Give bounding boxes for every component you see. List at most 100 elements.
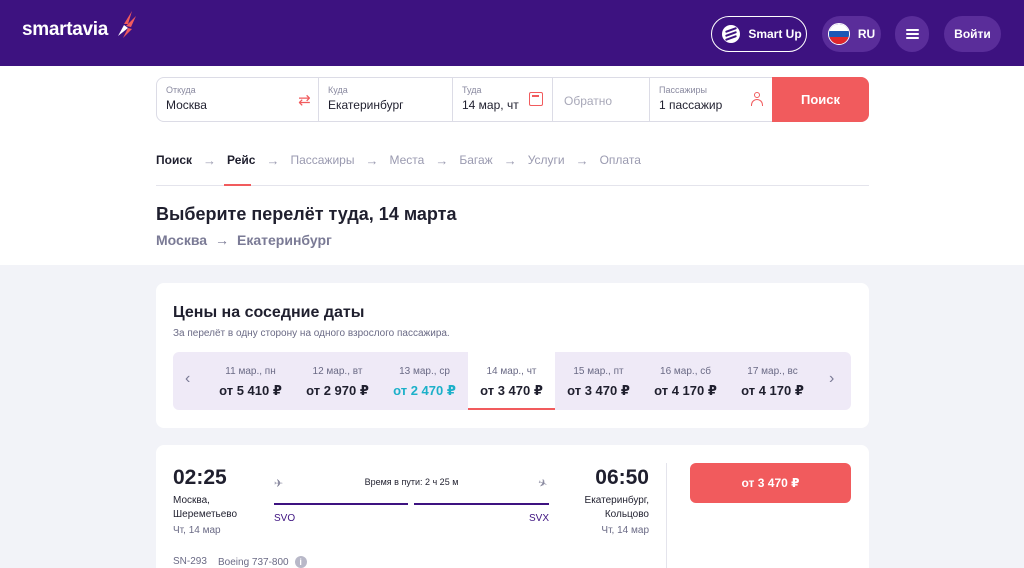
to-label: Куда [328,85,348,95]
active-step-indicator [224,184,251,186]
departure-airport: Шереметьево [173,509,238,520]
login-button[interactable]: Войти [944,16,1001,52]
chevron-right-icon[interactable]: › [829,370,834,388]
return-date-field[interactable]: Обратно [553,78,650,121]
date-price: от 5 410 ₽ [219,383,282,398]
date-option[interactable]: 16 мар., сб от 4 170 ₽ [642,352,729,410]
date-option[interactable]: 12 мар., вт от 2 970 ₽ [294,352,381,410]
to-value: Екатеринбург [328,98,404,112]
nearby-dates-card: Цены на соседние даты За перелёт в одну … [156,283,869,428]
passengers-field[interactable]: Пассажиры 1 пассажир [650,78,773,121]
departure-date: Чт, 14 мар [173,525,221,536]
aircraft-info: Boeing 737-800 i [218,556,307,568]
arrow-right-icon: → [266,152,280,168]
arrow-right-icon: → [435,152,449,168]
date-label: 11 мар., пн [225,366,276,377]
arrival-iata: SVX [529,513,550,524]
page-title: Выберите перелёт туда, 14 марта [156,204,457,224]
date-price: от 4 170 ₽ [654,383,717,398]
arrival-airport: Кольцово [604,509,649,520]
logo-text: smartavia [22,19,109,40]
smart-up-label: Smart Up [748,27,802,41]
depart-date-field[interactable]: Туда 14 мар, чт [453,78,553,121]
date-label: 16 мар., сб [660,366,711,377]
user-icon [750,92,764,106]
arrow-right-icon: → [365,152,379,168]
arrival-city-name: Екатеринбург, [584,495,649,506]
return-placeholder: Обратно [564,94,613,108]
smart-up-button[interactable]: Smart Up [711,16,807,52]
search-form: Откуда Москва ⇄ Куда Екатеринбург Туда 1… [156,77,869,122]
route-breadcrumb: Москва → Екатеринбург [156,232,332,248]
russia-flag-icon [827,23,850,45]
route-to: Екатеринбург [237,232,332,248]
depart-value: 14 мар, чт [462,98,519,112]
select-fare-button[interactable]: от 3 470 ₽ [690,463,851,503]
arrow-right-icon: → [575,152,589,168]
smart-up-icon [722,25,741,43]
date-price: от 2 470 ₽ [393,383,456,398]
step-payment: Оплата [599,153,641,167]
date-price: от 3 470 ₽ [480,383,543,398]
menu-button[interactable] [895,16,929,52]
language-button[interactable]: RU [822,16,881,52]
from-field[interactable]: Откуда Москва [157,78,291,121]
arrow-right-icon: → [215,232,230,248]
departure-city-name: Москва, [173,495,210,506]
date-option[interactable]: 13 мар., ср от 2 470 ₽ [381,352,468,410]
calendar-icon [529,92,543,106]
date-price: от 2 970 ₽ [306,383,369,398]
flight-duration: Время в пути: 2 ч 25 м [364,477,459,487]
date-label: 15 мар., пт [573,366,624,377]
arrow-right-icon: → [203,152,217,168]
date-label: 13 мар., ср [399,366,450,377]
aircraft-type: Boeing 737-800 [218,556,289,568]
search-button[interactable]: Поиск [772,77,869,122]
language-label: RU [857,27,876,41]
route-from: Москва [156,232,208,248]
date-option[interactable]: 17 мар., вс от 4 170 ₽ [729,352,816,410]
from-label: Откуда [166,85,196,95]
departure-city: Москва, Шереметьево [173,494,263,522]
steps-divider [156,185,869,186]
logo-bird-icon [118,11,136,38]
date-price: от 3 470 ₽ [567,383,630,398]
to-field[interactable]: Куда Екатеринбург [319,78,453,121]
passengers-value: 1 пассажир [659,98,723,112]
date-price: от 4 170 ₽ [741,383,804,398]
arrival-city: Екатеринбург, Кольцово [556,494,649,522]
chevron-left-icon[interactable]: ‹ [185,370,190,388]
departure-time: 02:25 [173,466,227,489]
arrow-right-icon: → [503,152,517,168]
date-option[interactable]: 11 мар., пн от 5 410 ₽ [207,352,294,410]
date-option-selected[interactable]: 14 мар., чт от 3 470 ₽ [468,352,555,410]
departure-iata: SVO [274,513,296,524]
flight-card: 02:25 Москва, Шереметьево Чт, 14 мар ✈ В… [156,445,869,568]
date-option[interactable]: 15 мар., пт от 3 470 ₽ [555,352,642,410]
step-search[interactable]: Поиск [156,153,192,167]
flight-number: SN-293 [173,556,207,567]
passengers-label: Пассажиры [659,85,708,95]
date-label: 14 мар., чт [486,366,537,377]
step-services: Услуги [527,153,565,167]
booking-steps: Поиск → Рейс → Пассажиры → Места → Багаж… [156,152,641,168]
hamburger-icon [905,29,919,39]
nearby-dates-title: Цены на соседние даты [173,304,365,321]
depart-label: Туда [462,85,482,95]
step-flight: Рейс [227,153,256,167]
step-baggage: Багаж [459,153,493,167]
swap-direction-icon[interactable]: ⇄ [291,78,319,121]
step-passengers: Пассажиры [290,153,355,167]
date-label: 17 мар., вс [747,366,798,377]
card-divider [666,463,667,568]
logo[interactable]: smartavia [22,11,136,48]
flight-route-line [274,502,549,506]
dates-carousel: ‹ 11 мар., пн от 5 410 ₽ 12 мар., вт от … [173,352,851,410]
top-header: smartavia Smart Up RU Войти [0,0,1024,66]
info-icon[interactable]: i [294,556,307,568]
date-label: 12 мар., вт [312,366,363,377]
nearby-dates-subtitle: За перелёт в одну сторону на одного взро… [173,328,450,339]
from-value: Москва [166,98,207,112]
arrival-time: 06:50 [595,466,649,489]
step-seats: Места [389,153,425,167]
